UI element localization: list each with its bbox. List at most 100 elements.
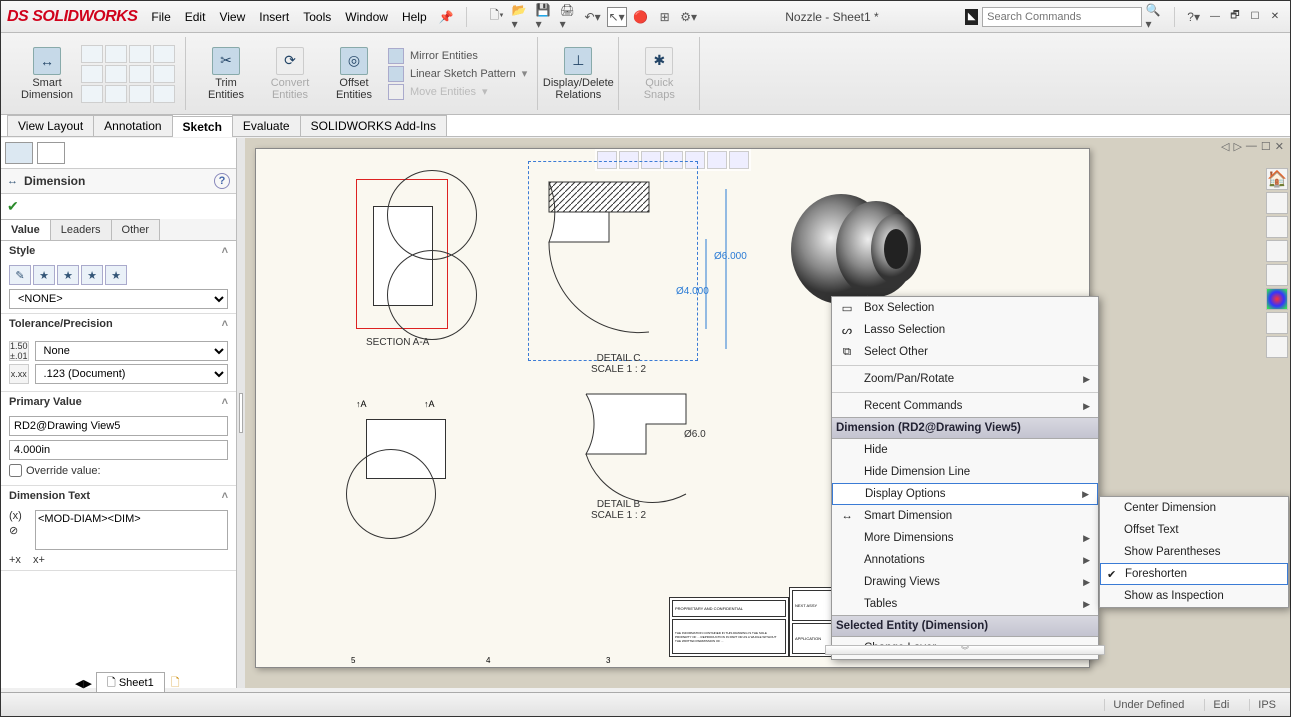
open-icon[interactable]: 📂▾ (511, 7, 531, 27)
settings-gear-icon[interactable]: ⚙▾ (679, 7, 699, 27)
display-style-icon[interactable] (707, 151, 727, 169)
trim-entities-button[interactable]: ✂Trim Entities (196, 47, 256, 101)
justify-center-icon[interactable]: x+ (33, 554, 55, 566)
save-icon[interactable]: 💾▾ (535, 7, 555, 27)
new-icon[interactable]: 🗋▾ (487, 7, 507, 27)
override-value-checkbox[interactable] (9, 464, 22, 477)
ellipse-icon[interactable] (105, 65, 127, 83)
sub-show-as-inspection[interactable]: Show as Inspection (1100, 585, 1288, 607)
menu-edit[interactable]: Edit (185, 10, 206, 24)
help-question-icon[interactable]: ?▾ (1187, 10, 1200, 24)
linear-pattern-button[interactable]: Linear Sketch Pattern▾ (388, 66, 527, 82)
justify-left-icon[interactable]: +x (9, 554, 31, 566)
sheet-nav-icon[interactable]: ◀▶ (71, 677, 96, 690)
status-units[interactable]: IPS (1249, 699, 1284, 711)
style-dropdown[interactable]: <NONE> (9, 289, 228, 309)
tab-view-layout[interactable]: View Layout (7, 115, 94, 136)
sub-foreshorten[interactable]: ✔Foreshorten (1100, 563, 1288, 585)
fillet-icon[interactable] (129, 85, 151, 103)
custom-props-icon[interactable] (1266, 312, 1288, 334)
ctx-annotations[interactable]: Annotations▶ (832, 549, 1098, 571)
view-palette-icon[interactable] (1266, 264, 1288, 286)
ctx-display-options[interactable]: Display Options▶ (832, 483, 1098, 505)
ctx-zoom-pan-rotate[interactable]: Zoom/Pan/Rotate▶ (832, 368, 1098, 390)
chevron-up-icon[interactable]: ˄ (222, 396, 228, 408)
chevron-up-icon[interactable]: ˄ (222, 318, 228, 330)
tab-evaluate[interactable]: Evaluate (232, 115, 301, 136)
undo-icon[interactable]: ↶▾ (583, 7, 603, 27)
tab-annotation[interactable]: Annotation (93, 115, 172, 136)
restore-button[interactable]: 🗗 (1226, 9, 1244, 25)
rect-icon[interactable] (81, 65, 103, 83)
subtab-value[interactable]: Value (1, 219, 51, 240)
ctx-box-selection[interactable]: ▭Box Selection (832, 297, 1098, 319)
menu-tools[interactable]: Tools (303, 10, 331, 24)
inner-max-icon[interactable]: ☐ (1261, 140, 1271, 153)
ctx-hide-dim-line[interactable]: Hide Dimension Line (832, 461, 1098, 483)
circle-icon[interactable] (129, 45, 151, 63)
tab-sketch[interactable]: Sketch (172, 116, 233, 137)
tab-addins[interactable]: SOLIDWORKS Add-Ins (300, 115, 447, 136)
ok-check-button[interactable]: ✔ (1, 194, 236, 219)
panel-help-icon[interactable]: ? (214, 173, 230, 189)
chevron-up-icon[interactable]: ˄ (222, 490, 228, 502)
menu-help[interactable]: Help (402, 10, 427, 24)
rebuild-icon[interactable]: 🔴 (631, 7, 651, 27)
ctx-smart-dimension[interactable]: ↔Smart Dimension (832, 505, 1098, 527)
search-input[interactable] (982, 7, 1141, 27)
dimension-value-field[interactable] (9, 440, 228, 460)
resources-icon[interactable] (1266, 192, 1288, 214)
forum-icon[interactable] (1266, 336, 1288, 358)
menu-view[interactable]: View (219, 10, 245, 24)
spline-icon[interactable] (153, 45, 175, 63)
menu-insert[interactable]: Insert (259, 10, 289, 24)
tolerance-dropdown[interactable]: None (35, 341, 228, 361)
style-fav1-icon[interactable]: ★ (33, 265, 55, 285)
precision-dropdown[interactable]: .123 (Document) (35, 364, 228, 384)
text-right-icon[interactable]: ⊘ (9, 524, 31, 537)
appearances-icon[interactable] (1266, 288, 1288, 310)
subtab-leaders[interactable]: Leaders (50, 219, 112, 240)
inner-min-icon[interactable]: — (1246, 140, 1257, 153)
line-icon[interactable] (81, 45, 103, 63)
ctx-lasso-selection[interactable]: ᔕLasso Selection (832, 319, 1098, 341)
design-lib-icon[interactable] (1266, 216, 1288, 238)
inner-next-icon[interactable]: ▷ (1233, 140, 1241, 153)
sub-show-parentheses[interactable]: Show Parentheses (1100, 541, 1288, 563)
ctx-recent-commands[interactable]: Recent Commands▶ (832, 395, 1098, 417)
print-icon[interactable]: 🖨▾ (559, 7, 579, 27)
options-grid-icon[interactable]: ⊞ (655, 7, 675, 27)
slot-icon[interactable] (129, 65, 151, 83)
chamfer-icon[interactable] (153, 85, 175, 103)
subtab-other[interactable]: Other (111, 219, 161, 240)
smart-dimension-button[interactable]: ↔ Smart Dimension (17, 47, 77, 101)
text-left-icon[interactable]: (x) (9, 510, 31, 522)
minimize-button[interactable]: — (1206, 9, 1224, 25)
ctx-hide[interactable]: Hide (832, 439, 1098, 461)
display-delete-relations-button[interactable]: ⊥Display/Delete Relations (548, 47, 608, 101)
point-icon[interactable] (81, 85, 103, 103)
mirror-entities-button[interactable]: Mirror Entities (388, 48, 527, 64)
ctx-more-dimensions[interactable]: More Dimensions▶ (832, 527, 1098, 549)
style-fav3-icon[interactable]: ★ (81, 265, 103, 285)
close-button[interactable]: ✕ (1266, 9, 1284, 25)
splitter-handle[interactable] (237, 138, 245, 688)
arc-icon[interactable] (105, 45, 127, 63)
style-fav2-icon[interactable]: ★ (57, 265, 79, 285)
add-sheet-icon[interactable]: 🗋 (165, 674, 186, 693)
menu-window[interactable]: Window (345, 10, 388, 24)
ctx-drawing-views[interactable]: Drawing Views▶ (832, 571, 1098, 593)
offset-entities-button[interactable]: ◎Offset Entities (324, 47, 384, 101)
search-icon[interactable]: 🔍▾ (1146, 3, 1163, 31)
ctx-select-other[interactable]: ⧉Select Other (832, 341, 1098, 363)
inner-close-icon[interactable]: ✕ (1275, 140, 1284, 153)
select-cursor-icon[interactable]: ↖▾ (607, 7, 627, 27)
dimension-name-field[interactable] (9, 416, 228, 436)
pin-icon[interactable]: 📌 (439, 10, 454, 24)
ctx-collapse-handle[interactable]: ︾ (825, 645, 1105, 655)
ctx-tables[interactable]: Tables▶ (832, 593, 1098, 615)
maximize-button[interactable]: ☐ (1246, 9, 1264, 25)
feature-tree-icon[interactable] (5, 142, 33, 164)
property-tab-icon[interactable] (37, 142, 65, 164)
menu-file[interactable]: File (151, 10, 170, 24)
